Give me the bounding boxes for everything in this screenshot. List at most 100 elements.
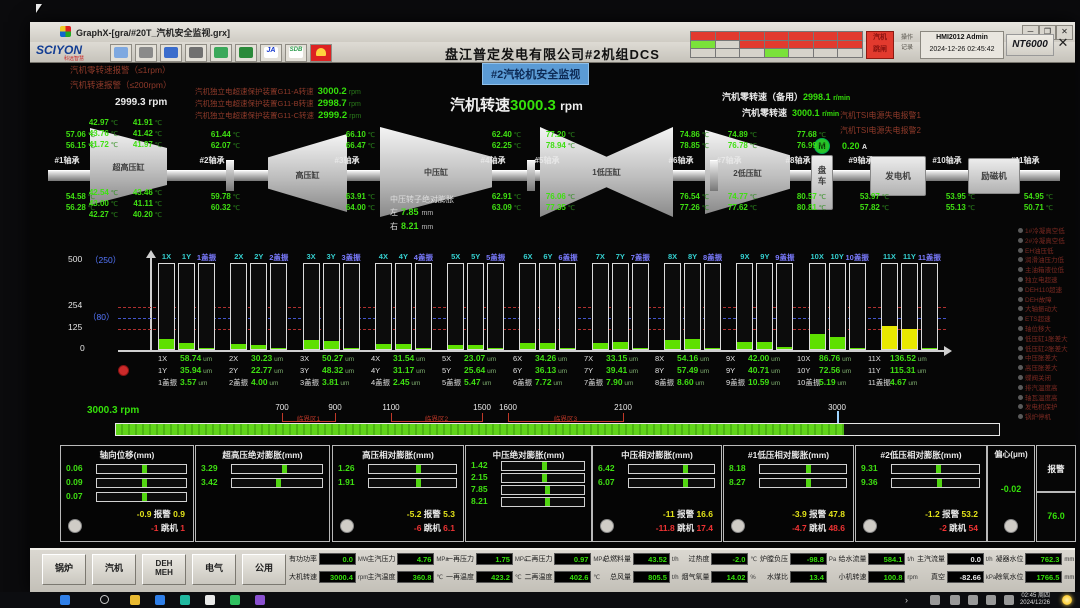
zero-speed-backup-readout: 汽机零转速（备用）2998.1 r/min bbox=[722, 90, 850, 103]
vibration-bar-10Y: 10Y bbox=[829, 263, 846, 350]
value-column-1: 1X58.74 um1Y35.94 um1盖振3.57 um bbox=[158, 353, 228, 389]
panel-dot-4[interactable] bbox=[600, 519, 614, 533]
bar-fill-8X bbox=[665, 340, 680, 349]
sdb-logo-icon[interactable]: SDB bbox=[285, 44, 307, 62]
value-column-5: 5X23.07 um5Y25.64 um5盖振5.47 um bbox=[442, 353, 512, 389]
panel-dot-6[interactable] bbox=[863, 519, 877, 533]
mail-icon[interactable] bbox=[255, 595, 265, 605]
status-button-汽机[interactable]: 汽机 bbox=[92, 554, 136, 585]
status-button-锅炉[interactable]: 锅炉 bbox=[42, 554, 86, 585]
panel-bar-4-1 bbox=[628, 478, 715, 488]
alarm-cell-r2c5[interactable] bbox=[813, 48, 839, 58]
alarm-cell-r2c3[interactable] bbox=[764, 48, 790, 58]
status-button-公用[interactable]: 公用 bbox=[242, 554, 286, 585]
brightness-icon[interactable] bbox=[1004, 595, 1014, 605]
vibration-bars: 1X1Y1盖振2X2Y2盖振3X3Y3盖振4X4Y4盖振5X5Y5盖振6X6Y6… bbox=[158, 265, 938, 350]
bar-label-10盖振: 10盖振 bbox=[846, 252, 869, 263]
speed-tickmark-1500 bbox=[482, 413, 483, 422]
search-icon[interactable] bbox=[100, 595, 109, 604]
exit-button[interactable]: ✕ bbox=[1054, 33, 1072, 53]
panel-dot-0[interactable] bbox=[68, 519, 82, 533]
vibration-bar-8Y: 8Y bbox=[684, 263, 701, 350]
speed-tick-700: 700 bbox=[275, 403, 288, 412]
bar-group-11: 11X11Y11盖振 bbox=[881, 265, 938, 350]
readout-bottom-8: 真空 -82.66 kPa bbox=[916, 571, 994, 585]
panel-marker-4-1 bbox=[683, 479, 688, 487]
bar-fill-4X bbox=[376, 344, 391, 349]
users-icon[interactable] bbox=[110, 44, 132, 62]
alarm-cell-r2c4[interactable] bbox=[788, 48, 814, 58]
status-button-电气[interactable]: 电气 bbox=[192, 554, 236, 585]
vibration-bar-9Y: 9Y bbox=[756, 263, 773, 350]
readout-column-5: 过热度 -2.0 ℃烟气氧量 14.02 % bbox=[681, 550, 759, 590]
bar-label-4Y: 4Y bbox=[399, 252, 408, 261]
bar-label-9盖振: 9盖振 bbox=[775, 252, 794, 263]
alarm-cell-r2c0[interactable] bbox=[690, 48, 716, 58]
speed-band-bar bbox=[115, 423, 1000, 436]
bar-label-5盖振: 5盖振 bbox=[486, 252, 505, 263]
phone-icon[interactable] bbox=[950, 595, 960, 605]
bar-fill-7Y bbox=[613, 342, 628, 349]
speaker-icon[interactable] bbox=[930, 595, 940, 605]
readout-top-8: 主汽流量 0.0 t/h bbox=[916, 553, 994, 567]
files-icon[interactable] bbox=[205, 595, 215, 605]
ja-logo-icon[interactable]: JA bbox=[260, 44, 282, 62]
panel-trip-limits-5: -4.7 跳机 48.6 bbox=[792, 522, 845, 534]
panel-row-3-3: 8.21 bbox=[471, 496, 585, 506]
speed-band-readout: 3000.3 rpm bbox=[87, 405, 139, 416]
browser-icon[interactable] bbox=[155, 595, 165, 605]
alarm-cell-r2c2[interactable] bbox=[739, 48, 765, 58]
panel-row-0-2: 0.07 bbox=[66, 491, 187, 501]
monitor-icon[interactable] bbox=[210, 44, 232, 62]
status-button-DEH-MEH[interactable]: DEHMEH bbox=[142, 554, 186, 585]
alarm-bell-icon[interactable] bbox=[310, 44, 332, 62]
bar-label-4X: 4X bbox=[379, 252, 388, 261]
side-alarm-cell: 报警 bbox=[1036, 445, 1076, 493]
value-column-8: 8X54.16 um8Y57.49 um8盖振8.60 um bbox=[655, 353, 725, 389]
readout-column-7: 给水流量 584.1 t/h小机转速 100.8 rpm bbox=[838, 550, 916, 590]
store-icon[interactable] bbox=[230, 595, 240, 605]
panel-dot-2[interactable] bbox=[340, 519, 354, 533]
panel-dot-7[interactable] bbox=[1004, 519, 1018, 533]
alarm-cell-r2c1[interactable] bbox=[715, 48, 741, 58]
vibration-bar-8盖振: 8盖振 bbox=[704, 263, 721, 350]
mini-line2: 记录 bbox=[901, 45, 913, 51]
monitor-icon[interactable] bbox=[968, 595, 978, 605]
bearing-temps-bottom-3: 62.91 ℃63.09 ℃ bbox=[463, 192, 521, 214]
page-tab-turbine-safety[interactable]: #2汽轮机安全监视 bbox=[482, 63, 589, 85]
eccentricity-value: -0.02 bbox=[988, 484, 1034, 494]
panel-dot-5[interactable] bbox=[731, 519, 745, 533]
machine-icon[interactable] bbox=[185, 44, 207, 62]
value-column-2: 2X30.23 um2Y22.77 um2盖振4.00 um bbox=[229, 353, 299, 389]
value-column-11: 11X136.52 um11Y115.31 um11盖振4.67 um bbox=[868, 353, 938, 389]
turbine-trip-button[interactable]: 汽机 跳闸 bbox=[866, 31, 894, 59]
folder-icon[interactable] bbox=[130, 595, 140, 605]
alarm-cell-r2c6[interactable] bbox=[837, 48, 863, 58]
disk-icon[interactable] bbox=[135, 44, 157, 62]
operator-icon[interactable] bbox=[160, 44, 182, 62]
vibration-bar-2Y: 2Y bbox=[250, 263, 267, 350]
vibration-bar-3Y: 3Y bbox=[323, 263, 340, 350]
bar-fill-6Y bbox=[540, 343, 555, 349]
keyboard-icon[interactable] bbox=[986, 595, 996, 605]
critical-zone-label-1: 临界区1 bbox=[297, 413, 320, 423]
bar-group-2: 2X2Y2盖振 bbox=[230, 265, 287, 350]
alarm-indicator-2: EH油压低 bbox=[1018, 245, 1074, 255]
start-icon[interactable] bbox=[60, 595, 70, 605]
speed-tickmark-900 bbox=[335, 413, 336, 422]
bearing-label-7: #8轴承 bbox=[774, 155, 822, 166]
operate-record-button[interactable]: 操作 记录 bbox=[896, 33, 918, 55]
chevron-icon[interactable]: › bbox=[905, 595, 915, 605]
speed-band-fill bbox=[116, 424, 844, 435]
book-icon[interactable] bbox=[235, 44, 257, 62]
clock-date: 2024/12/26 bbox=[1020, 600, 1050, 606]
alarm-indicator-4: 主油箱液位低 bbox=[1018, 264, 1074, 274]
brightness-icon[interactable] bbox=[1062, 595, 1072, 605]
taskbar-clock[interactable]: 02:45 周四 2024/12/26 bbox=[1020, 593, 1050, 607]
ytick-125: 125 bbox=[68, 322, 82, 332]
globe-icon[interactable] bbox=[180, 595, 190, 605]
bar-label-9X: 9X bbox=[740, 252, 749, 261]
panel-bar-3-3 bbox=[501, 497, 585, 507]
bar-label-8盖振: 8盖振 bbox=[703, 252, 722, 263]
zero-speed-readout: 汽机零转速 3000.1 r/min bbox=[742, 106, 839, 119]
